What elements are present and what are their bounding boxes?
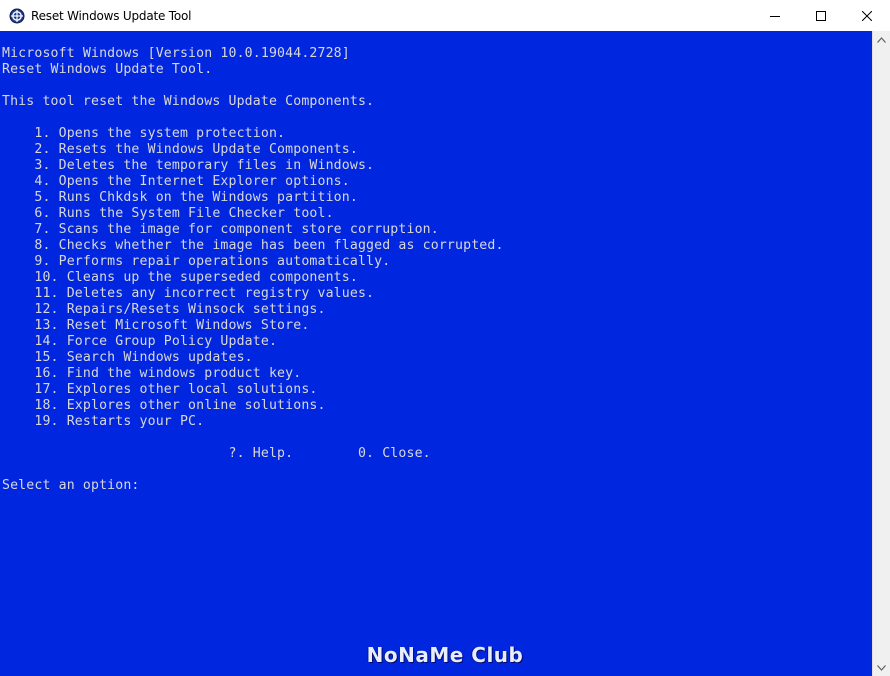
console-line: 1. Opens the system protection.	[2, 126, 286, 141]
console-line: 16. Find the windows product key.	[2, 366, 302, 381]
console-line: 14. Force Group Policy Update.	[2, 334, 278, 349]
console-line: Microsoft Windows [Version 10.0.19044.27…	[2, 46, 350, 61]
window-controls	[752, 0, 890, 31]
console-line: 11. Deletes any incorrect registry value…	[2, 286, 375, 301]
console-line: Select an option:	[2, 478, 140, 493]
console-line: 10. Cleans up the superseded components.	[2, 270, 358, 285]
maximize-icon	[816, 10, 826, 21]
console-line: 17. Explores other local solutions.	[2, 382, 318, 397]
scroll-down-icon	[877, 664, 886, 671]
console-line: 4. Opens the Internet Explorer options.	[2, 174, 350, 189]
console-line: 12. Repairs/Resets Winsock settings.	[2, 302, 326, 317]
scroll-track[interactable]	[873, 48, 890, 659]
minimize-button[interactable]	[752, 0, 798, 31]
title-bar[interactable]: Reset Windows Update Tool	[0, 0, 890, 31]
console-line: 6. Runs the System File Checker tool.	[2, 206, 334, 221]
console-line: 3. Deletes the temporary files in Window…	[2, 158, 375, 173]
scroll-up-button[interactable]	[873, 31, 890, 48]
close-button[interactable]	[844, 0, 890, 31]
console-line: ?. Help. 0. Close.	[2, 446, 431, 461]
console-line: 18. Explores other online solutions.	[2, 398, 326, 413]
console-line: This tool reset the Windows Update Compo…	[2, 94, 375, 109]
console-output[interactable]: Microsoft Windows [Version 10.0.19044.27…	[0, 31, 872, 676]
console-line: 19. Restarts your PC.	[2, 414, 205, 429]
maximize-button[interactable]	[798, 0, 844, 31]
console-window: Reset Windows Update Tool Microsoft Wind…	[0, 0, 890, 676]
console-line: 15. Search Windows updates.	[2, 350, 253, 365]
console-line: 5. Runs Chkdsk on the Windows partition.	[2, 190, 358, 205]
console-line: 9. Performs repair operations automatica…	[2, 254, 391, 269]
console-line: 2. Resets the Windows Update Components.	[2, 142, 358, 157]
minimize-icon	[770, 15, 780, 17]
close-icon	[862, 10, 872, 21]
console-line: 8. Checks whether the image has been fla…	[2, 238, 504, 253]
scroll-down-button[interactable]	[873, 659, 890, 676]
console-line: 13. Reset Microsoft Windows Store.	[2, 318, 310, 333]
gear-app-icon[interactable]	[9, 8, 25, 24]
console-line: Reset Windows Update Tool.	[2, 62, 213, 77]
window-title: Reset Windows Update Tool	[31, 8, 192, 23]
vertical-scrollbar[interactable]	[872, 31, 890, 676]
console-line: 7. Scans the image for component store c…	[2, 222, 439, 237]
scroll-up-icon	[877, 36, 886, 43]
console-text: Microsoft Windows [Version 10.0.19044.27…	[0, 31, 872, 494]
